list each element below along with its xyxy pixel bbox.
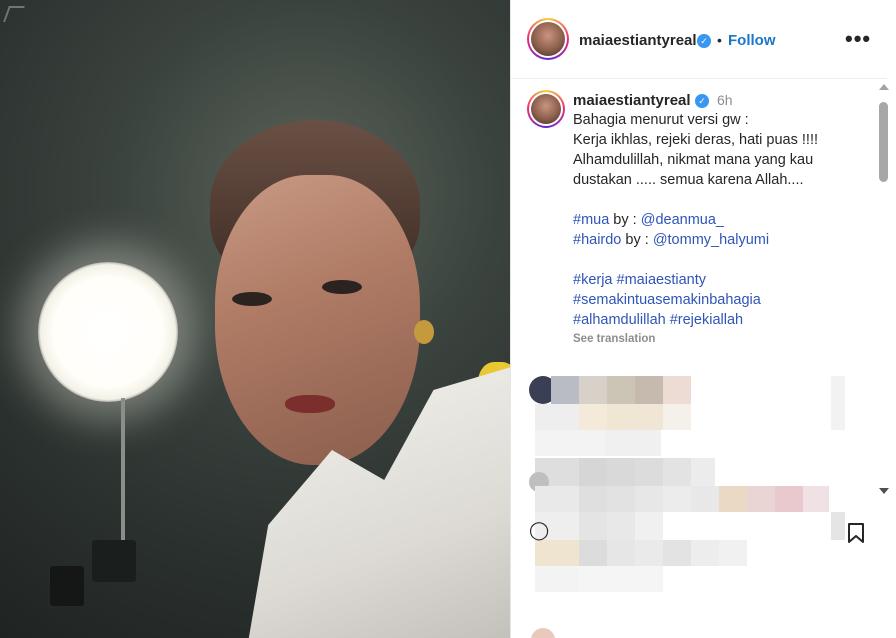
caption-text: Bahagia menurut versi gw : Kerja ikhlas,…	[573, 110, 863, 330]
subject-eye-right	[322, 280, 362, 294]
subject-lips	[285, 395, 335, 413]
credit-line-hairdo: #hairdo by : @tommy_halyumi	[573, 230, 863, 250]
footer-avatar[interactable]	[531, 628, 555, 638]
floor-object	[50, 566, 84, 606]
crop-corner-mark	[3, 6, 25, 22]
post-photo[interactable]	[0, 0, 510, 638]
more-options-icon[interactable]: •••	[845, 26, 871, 52]
caption-line: Kerja ikhlas, rejeki deras, hati puas !!…	[573, 132, 819, 148]
post-header: maiaestiantyreal ✓ • Follow •••	[511, 0, 887, 79]
hashtag-line[interactable]: #kerja #maiaestianty	[573, 270, 863, 290]
hashtag-line[interactable]: #semakintuasemakinbahagia	[573, 290, 863, 310]
subject-face	[215, 175, 420, 465]
mention-link[interactable]: @tommy_halyumi	[653, 232, 769, 248]
ring-light	[38, 262, 178, 402]
light-stand	[121, 398, 125, 548]
mention-link[interactable]: @deanmua_	[641, 212, 724, 228]
author-avatar[interactable]	[527, 18, 569, 60]
caption-username[interactable]: maiaestiantyreal	[573, 92, 691, 109]
author-username[interactable]: maiaestiantyreal	[579, 32, 697, 49]
bookmark-icon[interactable]	[847, 522, 865, 544]
verified-badge-icon: ✓	[697, 34, 711, 48]
hashtag-link[interactable]: #hairdo	[573, 232, 621, 248]
verified-badge-icon: ✓	[695, 94, 709, 108]
caption-line: Bahagia menurut versi gw :	[573, 112, 749, 128]
subject-eye-left	[232, 292, 272, 306]
pixelated-comments-area	[511, 368, 881, 598]
scrollbar-thumb[interactable]	[879, 102, 888, 182]
credit-line-mua: #mua by : @deanmua_	[573, 210, 863, 230]
follow-button[interactable]: Follow	[728, 32, 776, 49]
see-translation-link[interactable]: See translation	[573, 333, 655, 345]
comment-icon[interactable]: ◯	[529, 520, 549, 541]
subject-earring	[414, 320, 434, 344]
hashtag-link[interactable]: #mua	[573, 212, 609, 228]
credit-by-text: by :	[621, 232, 653, 248]
caption-avatar[interactable]	[527, 90, 565, 128]
separator-dot: •	[717, 32, 722, 48]
caption-line: Alhamdulillah, nikmat mana yang kau	[573, 152, 814, 168]
credit-by-text: by :	[609, 212, 641, 228]
caption-line: dustakan ..... semua karena Allah....	[573, 172, 804, 188]
hashtag-line[interactable]: #alhamdulillah #rejekiallah	[573, 310, 863, 330]
instagram-post-view: maiaestiantyreal ✓ • Follow ••• maiaesti…	[0, 0, 896, 638]
post-time[interactable]: 6h	[717, 92, 733, 108]
post-side-panel: maiaestiantyreal ✓ • Follow ••• maiaesti…	[510, 0, 896, 638]
scroll-up-icon[interactable]	[879, 84, 889, 90]
stand-base	[92, 540, 136, 582]
